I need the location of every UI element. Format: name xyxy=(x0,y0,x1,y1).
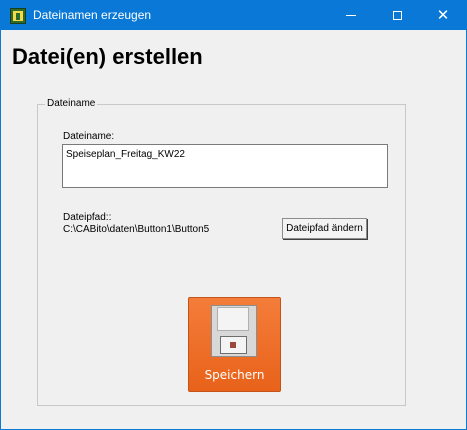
minimize-icon xyxy=(346,15,356,16)
save-button[interactable]: Speichern xyxy=(188,297,281,392)
maximize-icon xyxy=(392,11,402,20)
groupbox-legend: Dateiname xyxy=(45,98,98,109)
title-bar[interactable]: Dateinamen erzeugen ✕ xyxy=(1,0,466,30)
filename-label: Dateiname: xyxy=(63,131,115,142)
path-label: Dateipfad:: xyxy=(63,212,112,223)
filename-input[interactable]: Speiseplan_Freitag_KW22 xyxy=(62,144,388,188)
dialog-window: Dateinamen erzeugen ✕ Datei(en) erstelle… xyxy=(0,0,467,430)
maximize-button[interactable] xyxy=(374,0,420,30)
page-title: Datei(en) erstellen xyxy=(12,44,203,69)
filename-groupbox: Dateiname Dateiname: Speiseplan_Freitag_… xyxy=(37,98,406,406)
window-title: Dateinamen erzeugen xyxy=(33,8,152,22)
change-path-button[interactable]: Dateipfad ändern xyxy=(282,218,367,239)
close-icon: ✕ xyxy=(436,6,450,24)
path-value: C:\CABito\daten\Button1\Button5 xyxy=(63,224,210,235)
floppy-disk-icon xyxy=(211,305,257,357)
save-button-label: Speichern xyxy=(204,368,265,382)
minimize-button[interactable] xyxy=(328,0,374,30)
close-button[interactable]: ✕ xyxy=(420,0,466,30)
app-icon xyxy=(10,8,26,24)
